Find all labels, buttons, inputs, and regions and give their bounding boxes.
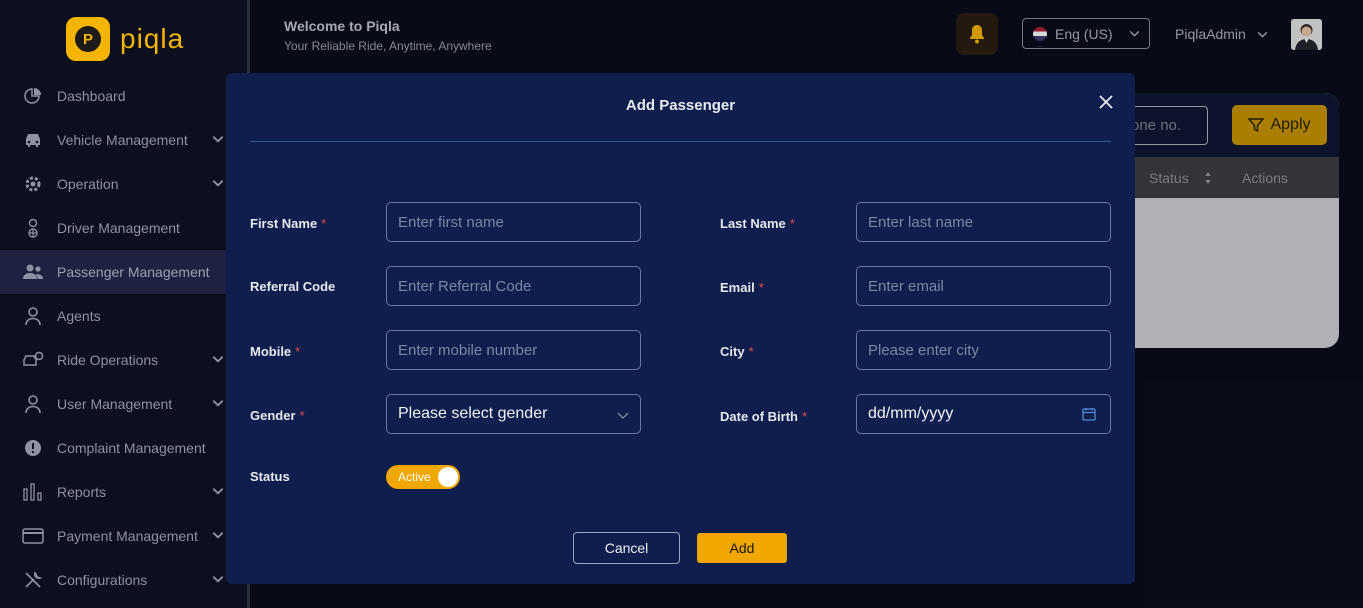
email-input[interactable]: [856, 266, 1111, 306]
add-passenger-modal: Add Passenger First Name* Last Name* Ref…: [226, 73, 1135, 584]
first-name-label: First Name *: [250, 216, 327, 231]
sidebar-item-complaint-management[interactable]: Complaint Management: [0, 426, 247, 470]
chevron-down-icon: [617, 412, 629, 419]
car-icon: [22, 129, 44, 151]
person-icon: [22, 393, 44, 415]
email-label: Email *: [720, 280, 764, 295]
referral-code-label: Referral Code: [250, 279, 336, 294]
sidebar-item-operation[interactable]: Operation: [0, 162, 247, 206]
sidebar-item-label: Complaint Management: [57, 440, 206, 456]
logo-letter: P: [75, 26, 101, 52]
city-label: City *: [720, 344, 754, 359]
sidebar-item-label: Passenger Management: [57, 264, 210, 280]
sidebar-item-user-management[interactable]: User Management: [0, 382, 247, 426]
chevron-down-icon: [212, 136, 224, 143]
sidebar-item-label: User Management: [57, 396, 173, 412]
toggle-knob: [438, 467, 458, 487]
logo[interactable]: P piqla: [66, 17, 184, 61]
sidebar-item-configurations[interactable]: Configurations: [0, 558, 247, 602]
sidebar-item-vehicle-management[interactable]: Vehicle Management: [0, 118, 247, 162]
last-name-label: Last Name *: [720, 216, 795, 231]
sidebar-item-payment-management[interactable]: Payment Management: [0, 514, 247, 558]
mobile-label: Mobile *: [250, 344, 301, 359]
status-label: Status: [250, 469, 290, 484]
sidebar-item-label: Agents: [57, 308, 101, 324]
sidebar-item-label: Vehicle Management: [57, 132, 188, 148]
bar-chart-icon: [22, 481, 44, 503]
gender-select[interactable]: Please select gender: [386, 394, 641, 434]
status-toggle[interactable]: Active: [386, 465, 460, 489]
driver-icon: [22, 217, 44, 239]
date-of-birth-input[interactable]: dd/mm/yyyy: [856, 394, 1111, 434]
sidebar-item-ride-operations[interactable]: Ride Operations: [0, 338, 247, 382]
pie-chart-icon: [22, 85, 44, 107]
chevron-down-icon: [212, 180, 224, 187]
cancel-button[interactable]: Cancel: [573, 532, 680, 564]
logo-text: piqla: [120, 23, 185, 54]
users-icon: [22, 261, 44, 283]
car-gear-icon: [22, 349, 44, 371]
referral-code-input[interactable]: [386, 266, 641, 306]
chevron-down-icon: [212, 488, 224, 495]
modal-divider: [250, 141, 1111, 142]
sidebar-item-label: Dashboard: [57, 88, 126, 104]
city-input[interactable]: [856, 330, 1111, 370]
add-button[interactable]: Add: [697, 533, 787, 563]
status-toggle-label: Active: [398, 470, 431, 484]
sidebar-item-label: Reports: [57, 484, 107, 500]
card-icon: [22, 525, 44, 547]
sidebar-item-label: Driver Management: [57, 220, 180, 236]
sidebar-item-label: Operation: [57, 176, 119, 192]
sidebar: P piqla Dashboard Vehicle Management Opera…: [0, 0, 250, 608]
close-icon[interactable]: [1097, 93, 1115, 111]
mobile-input[interactable]: [386, 330, 641, 370]
sidebar-item-reports[interactable]: Reports: [0, 470, 247, 514]
sidebar-item-dashboard[interactable]: Dashboard: [0, 74, 247, 118]
sidebar-nav: Dashboard Vehicle Management Operation Driv…: [0, 74, 247, 602]
chevron-down-icon: [212, 400, 224, 407]
logo-mark-icon: P: [66, 17, 110, 61]
chevron-down-icon: [212, 532, 224, 539]
gender-label: Gender *: [250, 408, 305, 423]
last-name-input[interactable]: [856, 202, 1111, 242]
chevron-down-icon: [212, 576, 224, 583]
sidebar-item-passenger-management[interactable]: Passenger Management: [0, 250, 247, 294]
sidebar-item-label: Configurations: [57, 572, 148, 588]
sidebar-item-agents[interactable]: Agents: [0, 294, 247, 338]
chevron-down-icon: [212, 356, 224, 363]
person-icon: [22, 305, 44, 327]
sidebar-item-driver-management[interactable]: Driver Management: [0, 206, 247, 250]
modal-title: Add Passenger: [625, 97, 736, 114]
gear-icon: [22, 173, 44, 195]
tools-icon: [22, 569, 44, 591]
first-name-input[interactable]: [386, 202, 641, 242]
alert-icon: [22, 437, 44, 459]
date-of-birth-value: dd/mm/yyyy: [868, 405, 954, 422]
gender-select-value: Please select gender: [398, 405, 548, 422]
date-of-birth-label: Date of Birth *: [720, 409, 808, 424]
sidebar-item-label: Payment Management: [57, 528, 198, 544]
sidebar-item-label: Ride Operations: [57, 352, 159, 368]
calendar-icon[interactable]: [1082, 407, 1096, 421]
